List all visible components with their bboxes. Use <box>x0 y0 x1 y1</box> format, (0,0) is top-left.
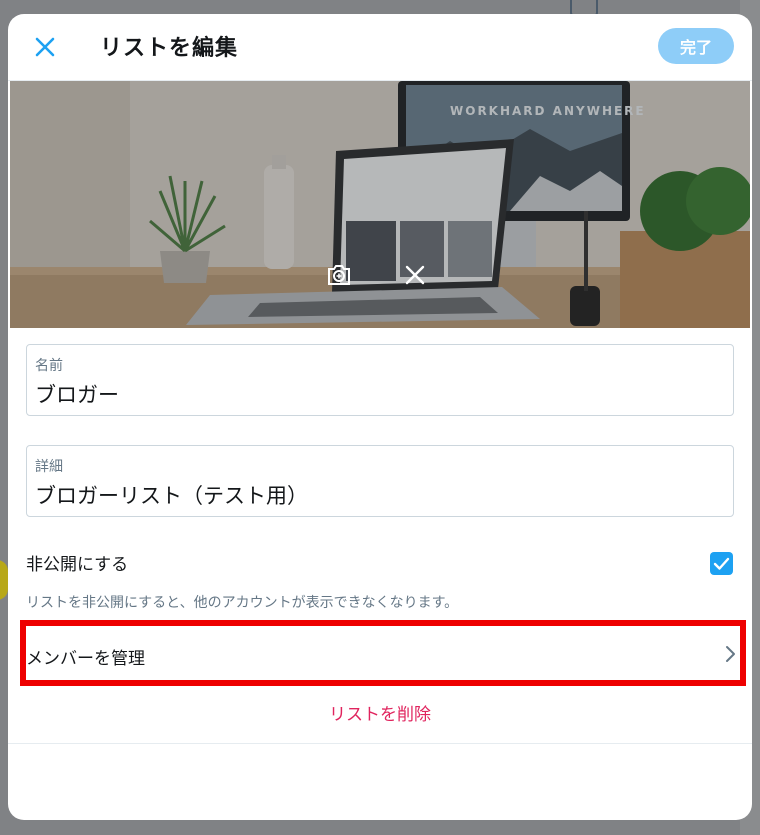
description-field-value[interactable]: ブロガーリスト（テスト用） <box>35 480 308 510</box>
background-avatar <box>0 560 8 600</box>
remove-photo-button[interactable] <box>399 259 431 291</box>
chevron-right-icon <box>726 646 735 662</box>
close-icon <box>405 265 425 285</box>
manage-members-label: メンバーを管理 <box>26 649 145 669</box>
edit-list-dialog: リストを編集 完了 WORKHARD ANYWHERE 名前 ブロガー 詳細 ブ… <box>8 14 752 820</box>
name-field-label: 名前 <box>35 358 63 374</box>
private-checkbox[interactable] <box>710 552 733 575</box>
private-description: リストを非公開にすると、他のアカウントが表示できなくなります。 <box>26 595 459 611</box>
dialog-title: リストを編集 <box>100 36 239 61</box>
add-photo-button[interactable] <box>323 259 355 291</box>
private-label: 非公開にする <box>26 555 129 575</box>
camera-plus-icon <box>328 265 350 285</box>
done-button[interactable]: 完了 <box>658 28 734 64</box>
description-field[interactable]: 詳細 ブロガーリスト（テスト用） <box>26 445 734 517</box>
delete-list-button[interactable]: リストを削除 <box>8 700 752 725</box>
divider <box>8 743 752 744</box>
banner-overlay <box>10 81 750 328</box>
name-field[interactable]: 名前 ブロガー <box>26 344 734 416</box>
banner-image: WORKHARD ANYWHERE <box>10 81 750 328</box>
checkmark-icon <box>713 557 730 570</box>
dialog-header: リストを編集 完了 <box>8 14 752 81</box>
description-field-label: 詳細 <box>35 459 63 475</box>
close-button[interactable] <box>30 32 60 62</box>
name-field-value[interactable]: ブロガー <box>35 379 119 409</box>
manage-members-button[interactable]: メンバーを管理 <box>20 620 746 686</box>
more-icon <box>620 0 644 8</box>
close-icon <box>35 37 55 57</box>
